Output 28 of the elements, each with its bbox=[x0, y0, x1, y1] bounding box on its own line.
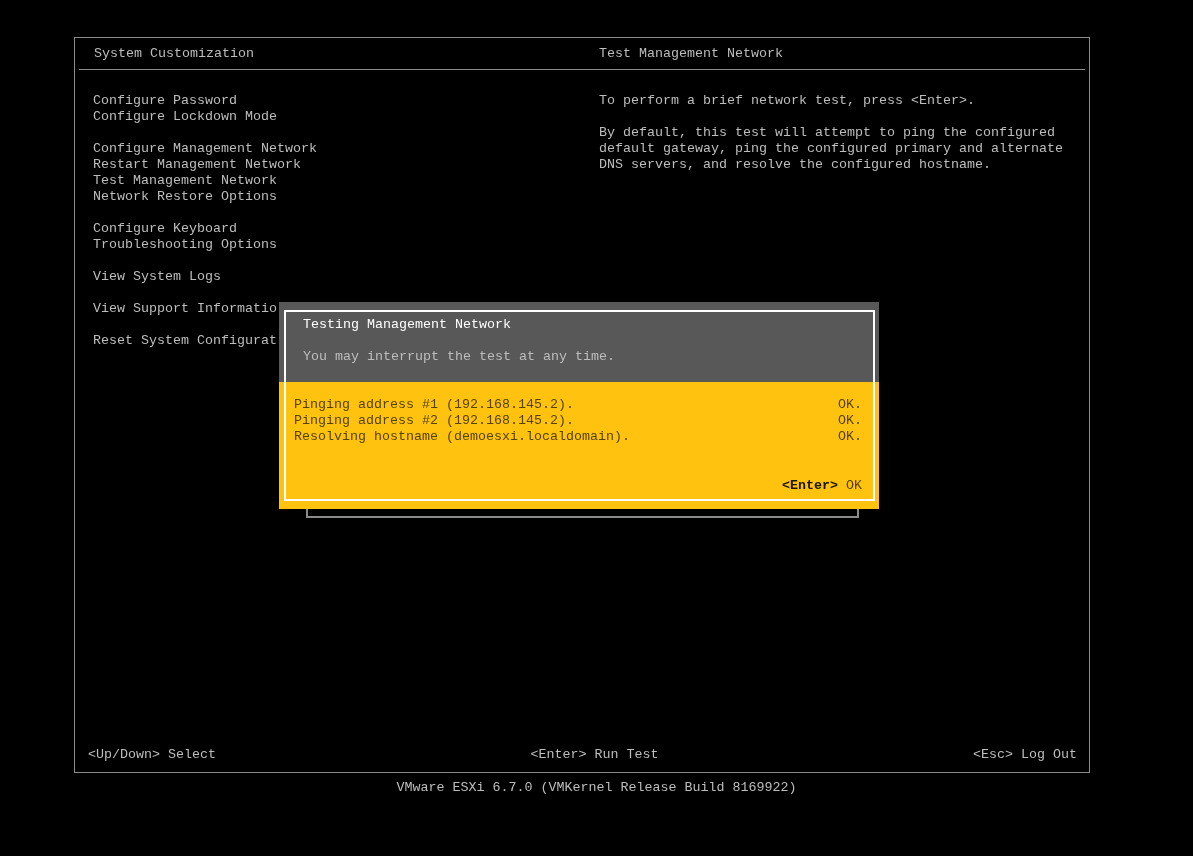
run-test-hint: <Enter> Run Test bbox=[530, 747, 659, 763]
menu-item[interactable]: Configure Password bbox=[93, 93, 237, 109]
result-text: Pinging address #1 (192.168.145.2). bbox=[294, 397, 574, 413]
menu-item[interactable]: Network Restore Options bbox=[93, 189, 277, 205]
menu-item[interactable]: Configure Keyboard bbox=[93, 221, 237, 237]
version-text: VMware ESXi 6.7.0 (VMKernel Release Build 8169922) bbox=[395, 780, 798, 796]
menu-item[interactable]: Troubleshooting Options bbox=[93, 237, 277, 253]
menu-item[interactable]: View Support Informatio bbox=[93, 301, 277, 317]
menu-item[interactable]: Configure Management Network bbox=[93, 141, 317, 157]
dialog-title: Testing Management Network bbox=[303, 317, 512, 333]
result-text: Resolving hostname (demoesxi.localdomain). bbox=[294, 429, 630, 445]
ok-button[interactable]: <Enter> OK bbox=[782, 478, 862, 494]
dialog-message: You may interrupt the test at any time. bbox=[303, 349, 616, 365]
log-out-hint: <Esc> Log Out bbox=[973, 747, 1077, 763]
result-status: OK. bbox=[838, 397, 862, 413]
menu-item[interactable]: View System Logs bbox=[93, 269, 221, 285]
menu-item[interactable]: Test Management Network bbox=[93, 173, 277, 189]
panel-title: Test Management Network bbox=[599, 45, 783, 62]
menu-item[interactable]: Configure Lockdown Mode bbox=[93, 109, 277, 125]
menu-item[interactable]: Restart Management Network bbox=[93, 157, 301, 173]
select-hint: <Up/Down> Select bbox=[88, 747, 216, 763]
result-text: Pinging address #2 (192.168.145.2). bbox=[294, 413, 574, 429]
menu-title: System Customization bbox=[94, 45, 255, 62]
description-text: By default, this test will attempt to ping the configured default gateway, ping the configured primary and alternate DNS servers, and resolve the configured hostname. bbox=[599, 125, 1064, 173]
menu-item[interactable]: Reset System Configurat bbox=[93, 333, 277, 349]
result-status: OK. bbox=[838, 413, 862, 429]
result-status: OK. bbox=[838, 429, 862, 445]
description-text: To perform a brief network test, press <Enter>. bbox=[599, 93, 976, 109]
